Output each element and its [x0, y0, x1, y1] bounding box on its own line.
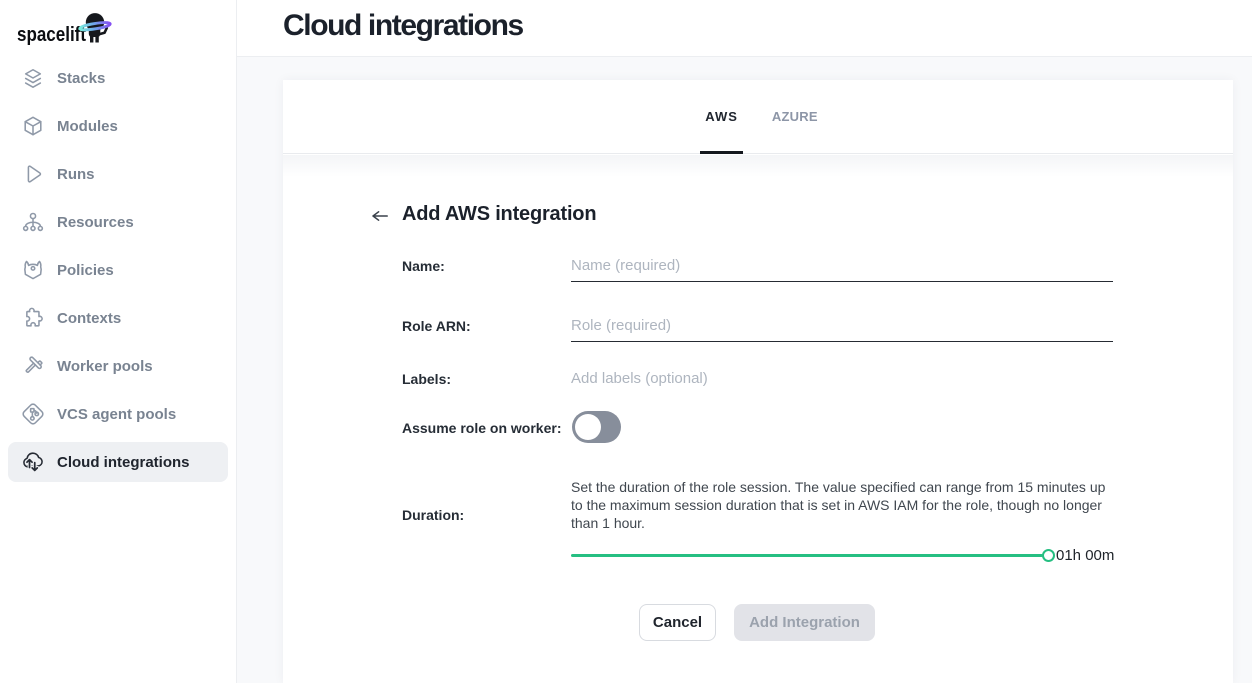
svg-text:spacelift: spacelift [17, 24, 86, 46]
